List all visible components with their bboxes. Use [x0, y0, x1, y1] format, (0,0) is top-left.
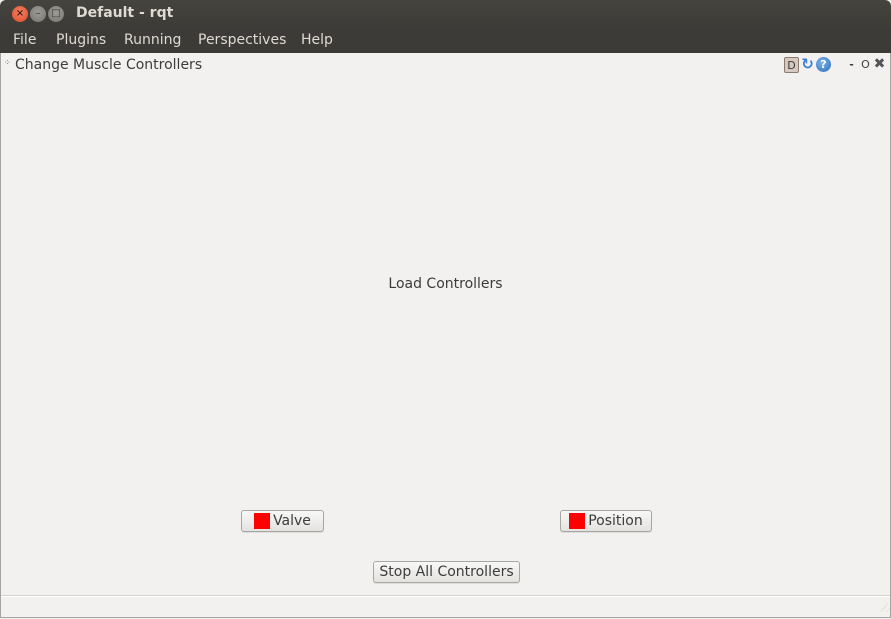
window-titlebar: × – □ Default - rqt: [0, 0, 891, 28]
menu-running[interactable]: Running: [124, 32, 181, 48]
menu-file[interactable]: File: [13, 32, 36, 48]
window-minimize-button[interactable]: –: [30, 6, 46, 22]
help-icon[interactable]: ?: [816, 57, 831, 72]
menubar: File Plugins Running Perspectives Help: [0, 28, 891, 53]
window-close-button[interactable]: ×: [12, 6, 28, 22]
plugin-icon: ⁘: [4, 58, 11, 67]
valve-button[interactable]: Valve: [241, 510, 324, 532]
plugin-dock: ⁘ Change Muscle Controllers D ↻ ? - O ✖ …: [0, 53, 891, 618]
dock-float-icon[interactable]: O: [858, 57, 873, 72]
dock-d-icon[interactable]: D: [784, 57, 799, 73]
window-title: Default - rqt: [76, 5, 174, 21]
load-controllers-label: Load Controllers: [388, 276, 503, 292]
resize-grip[interactable]: ⋰ ⋰⋰: [880, 604, 891, 615]
menu-perspectives[interactable]: Perspectives: [198, 32, 286, 48]
dock-buttons: D ↻ ? - O ✖: [784, 57, 887, 75]
valve-status-indicator: [254, 513, 271, 529]
stop-all-controllers-label: Stop All Controllers: [379, 564, 514, 580]
valve-button-label: Valve: [273, 513, 311, 529]
reload-icon[interactable]: ↻: [800, 57, 815, 72]
stop-all-controllers-button[interactable]: Stop All Controllers: [373, 561, 520, 583]
menu-help[interactable]: Help: [301, 32, 333, 48]
plugin-title: Change Muscle Controllers: [15, 57, 203, 73]
dock-close-icon[interactable]: ✖: [872, 57, 887, 72]
position-button-label: Position: [588, 513, 643, 529]
dock-minimize-icon[interactable]: -: [844, 57, 859, 72]
status-separator: [1, 595, 890, 597]
position-status-indicator: [569, 513, 586, 529]
menu-plugins[interactable]: Plugins: [56, 32, 106, 48]
position-button[interactable]: Position: [560, 510, 652, 532]
window-maximize-button[interactable]: □: [48, 6, 64, 22]
